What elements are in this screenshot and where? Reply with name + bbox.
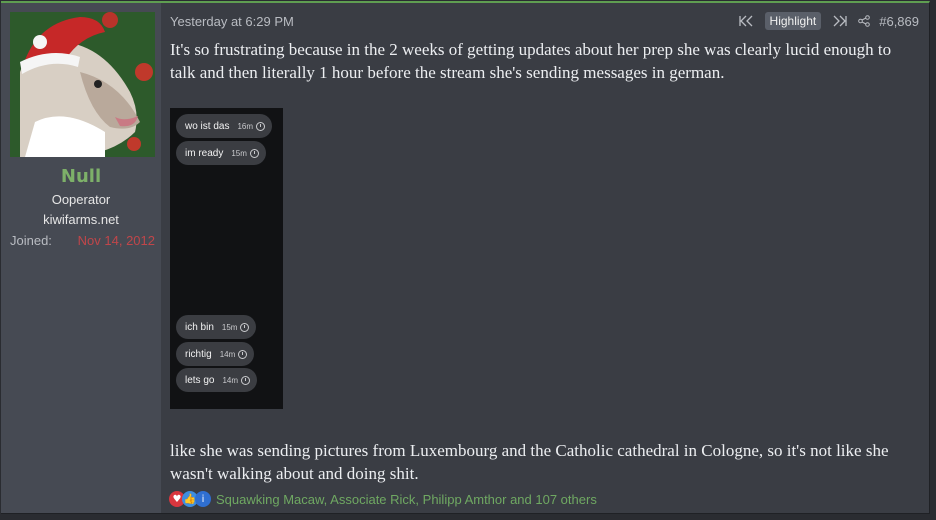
share-icon[interactable] [855, 12, 873, 30]
reaction-users[interactable]: Squawking Macaw, Associate Rick, Philipp… [216, 492, 597, 507]
post-main: Yesterday at 6:29 PM Highlight #6,869 It… [161, 3, 929, 513]
avatar[interactable] [10, 12, 155, 157]
message-time: 14m [222, 375, 239, 385]
reactions-bar[interactable]: ♥ 👍 i Squawking Macaw, Associate Rick, P… [169, 491, 597, 507]
message-bubble: richtig 14m [176, 342, 255, 366]
message-text: ich bin [185, 321, 214, 333]
clock-icon [240, 322, 250, 332]
clock-icon [241, 375, 251, 385]
post-paragraph-1: It's so frustrating because in the 2 wee… [170, 40, 892, 82]
message-time: 15m [231, 148, 247, 158]
next-highlight-icon[interactable] [831, 12, 849, 30]
post-date[interactable]: Yesterday at 6:29 PM [170, 14, 294, 29]
message-bubble: ich bin 15m [176, 315, 257, 339]
clock-icon [238, 349, 248, 359]
message-bubble: lets go 14m [176, 368, 258, 392]
joined-label: Joined: [10, 233, 52, 248]
forum-post: Null Ooperator kiwifarms.net Joined: Nov… [1, 1, 930, 514]
message-time: 15m [221, 322, 238, 332]
post-number[interactable]: #6,869 [879, 14, 919, 29]
message-bubble: wo ist das 16m [176, 114, 273, 138]
username[interactable]: Null [1, 166, 161, 187]
message-time: 14m [219, 349, 236, 359]
clock-icon [249, 148, 259, 158]
message-bubble: im ready 15m [176, 141, 266, 165]
user-title: Ooperator [51, 192, 111, 207]
user-banner: kiwifarms.net [43, 212, 119, 227]
message-text: im ready [185, 147, 224, 159]
post-paragraph-2: like she was sending pictures from Luxem… [170, 441, 889, 483]
message-time: 16m [237, 121, 254, 131]
attached-screenshot[interactable]: wo ist das 16m im ready 15m ich bin 15m … [170, 108, 283, 409]
info-icon: i [195, 491, 211, 507]
user-sidebar: Null Ooperator kiwifarms.net Joined: Nov… [1, 3, 161, 513]
message-text: wo ist das [185, 120, 230, 132]
post-attribution: Highlight #6,869 [737, 12, 919, 30]
clock-icon [256, 121, 266, 131]
highlight-button[interactable]: Highlight [764, 12, 822, 30]
joined-date: Nov 14, 2012 [77, 233, 155, 248]
previous-highlight-icon[interactable] [737, 12, 755, 30]
message-text: lets go [185, 374, 215, 386]
message-text: richtig [185, 348, 212, 360]
